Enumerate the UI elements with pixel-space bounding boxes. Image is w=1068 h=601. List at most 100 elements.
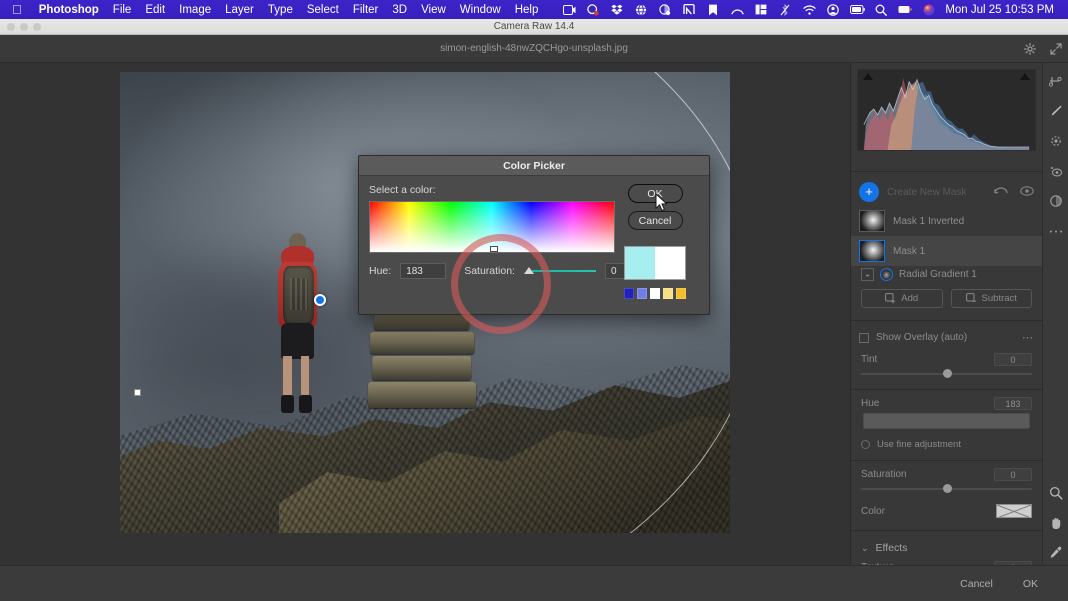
dropbox-icon[interactable] <box>605 0 629 19</box>
user-account-icon[interactable] <box>821 0 845 19</box>
saturation-slider-knob[interactable] <box>524 267 534 274</box>
hand-icon[interactable] <box>1045 513 1067 533</box>
nordvpn-icon[interactable] <box>677 0 701 19</box>
open-filename: simon-english-48nwZQCHgo-unsplash.jpg <box>0 43 1068 54</box>
arc-browser-icon[interactable] <box>725 0 749 19</box>
wifi-icon[interactable] <box>797 0 821 19</box>
tint-slider[interactable] <box>861 368 1032 380</box>
mask-icon[interactable] <box>1045 131 1067 151</box>
window-title: Camera Raw 14.4 <box>0 21 1068 32</box>
histogram-curves <box>858 70 1035 150</box>
saturation-slider[interactable] <box>524 264 596 278</box>
subtract-mask-button[interactable]: Subtract <box>951 289 1033 308</box>
slider-group-hue: Hue 183 <box>851 394 1042 438</box>
white-balance-eyedropper-icon[interactable] <box>1045 543 1067 563</box>
add-mask-button[interactable]: Add <box>861 289 943 308</box>
masks-header: + Create New Mask <box>851 176 1042 206</box>
fine-adjustment-label: Use fine adjustment <box>877 439 961 450</box>
globe-icon[interactable] <box>629 0 653 19</box>
hue-value[interactable]: 183 <box>994 397 1032 410</box>
swatch-periwinkle[interactable] <box>637 288 647 299</box>
divider <box>851 320 1042 321</box>
bookmark-icon[interactable] <box>701 0 725 19</box>
saturation-slider[interactable] <box>861 483 1032 495</box>
menu-item-file[interactable]: File <box>106 4 139 16</box>
menu-item-select[interactable]: Select <box>300 4 346 16</box>
menu-item-layer[interactable]: Layer <box>218 4 261 16</box>
preset-icon[interactable] <box>1045 191 1067 211</box>
fine-adjustment-checkbox[interactable] <box>861 440 870 449</box>
rectangle-app-icon[interactable] <box>749 0 773 19</box>
add-mask-plus-icon[interactable]: + <box>859 182 879 202</box>
slider-group-saturation: Saturation 0 <box>851 465 1042 500</box>
mask-component-row[interactable]: ◒ ◉ Radial Gradient 1 <box>851 266 1042 285</box>
color-row[interactable]: Color <box>851 500 1042 526</box>
menu-item-type[interactable]: Type <box>261 4 300 16</box>
show-overlay-checkbox[interactable] <box>859 333 869 343</box>
eye-icon[interactable] <box>1020 183 1034 201</box>
apple-logo-icon[interactable]:  <box>12 3 22 16</box>
menu-item-edit[interactable]: Edit <box>138 4 172 16</box>
swatch-blue[interactable] <box>624 288 634 299</box>
masks-panel-title: Create New Mask <box>887 187 986 198</box>
window-titlebar: Camera Raw 14.4 <box>0 19 1068 35</box>
mask-list-item-inverted[interactable]: Mask 1 Inverted <box>851 206 1042 236</box>
radial-gradient-pin[interactable] <box>314 294 326 306</box>
histogram[interactable] <box>857 69 1036 151</box>
more-tools-icon[interactable] <box>1045 221 1067 241</box>
image-canvas-area[interactable] <box>0 63 850 571</box>
more-options-icon[interactable]: ⋯ <box>1022 331 1034 344</box>
color-spectrum-field[interactable] <box>369 201 615 253</box>
menubar-clock[interactable]: Mon Jul 25 10:53 PM <box>941 4 1062 16</box>
swatch-white[interactable] <box>650 288 660 299</box>
spotlight-search-icon[interactable] <box>869 0 893 19</box>
show-overlay-row[interactable]: Show Overlay (auto) ⋯ <box>851 325 1042 350</box>
hiker-subject <box>263 233 330 413</box>
mask-list-item-selected[interactable]: Mask 1 <box>851 236 1042 266</box>
cleanmymac-icon[interactable] <box>581 0 605 19</box>
menu-item-image[interactable]: Image <box>172 4 218 16</box>
highlight-clipping-warning-icon[interactable] <box>1020 73 1030 80</box>
effects-section-header[interactable]: ⌄ Effects <box>851 535 1042 558</box>
menu-item-photoshop[interactable]: Photoshop <box>32 4 106 16</box>
hue-input[interactable]: 183 <box>400 263 446 279</box>
color-picker-dialog[interactable]: Color Picker Select a color: Hue: 183 Sa… <box>358 155 710 315</box>
red-eye-icon[interactable] <box>1045 161 1067 181</box>
menu-item-filter[interactable]: Filter <box>346 4 386 16</box>
ok-button[interactable]: OK <box>1023 578 1038 590</box>
show-overlay-label: Show Overlay (auto) <box>876 332 1015 343</box>
battery-icon[interactable] <box>845 0 869 19</box>
menu-item-window[interactable]: Window <box>453 4 508 16</box>
macos-menubar:  Photoshop File Edit Image Layer Type S… <box>0 0 1068 19</box>
undo-icon[interactable] <box>994 183 1008 201</box>
color-picker-title: Color Picker <box>359 156 709 176</box>
fullscreen-icon[interactable] <box>1050 43 1062 55</box>
shadow-clipping-warning-icon[interactable] <box>863 73 873 80</box>
screen-recording-icon[interactable] <box>557 0 581 19</box>
app-icon[interactable] <box>653 0 677 19</box>
siri-icon[interactable] <box>917 0 941 19</box>
zoom-magnifier-icon[interactable] <box>1045 483 1067 503</box>
swatch-light-yellow[interactable] <box>663 288 673 299</box>
hue-spectrum-bar[interactable] <box>863 413 1030 429</box>
color-preview <box>624 246 686 280</box>
bluetooth-off-icon[interactable] <box>773 0 797 19</box>
saturation-value[interactable]: 0 <box>994 468 1032 481</box>
chevron-down-icon[interactable]: ⌄ <box>861 543 869 554</box>
control-center-icon[interactable] <box>893 0 917 19</box>
spot-healing-brush-icon[interactable] <box>1045 101 1067 121</box>
crop-icon[interactable] <box>1045 71 1067 91</box>
cancel-button[interactable]: Cancel <box>960 578 993 590</box>
radial-gradient-handle[interactable] <box>134 389 141 396</box>
settings-gear-icon[interactable] <box>1024 43 1036 55</box>
invert-icon[interactable]: ◒ <box>861 268 874 281</box>
tint-value[interactable]: 0 <box>994 353 1032 366</box>
radial-gradient-icon[interactable]: ◉ <box>880 268 893 281</box>
menu-item-view[interactable]: View <box>414 4 453 16</box>
menu-item-help[interactable]: Help <box>508 4 546 16</box>
color-field-cursor[interactable] <box>490 246 498 252</box>
color-swatch-button[interactable] <box>996 504 1032 518</box>
swatch-gold[interactable] <box>676 288 686 299</box>
menu-item-3d[interactable]: 3D <box>385 4 414 16</box>
fine-adjustment-row[interactable]: Use fine adjustment <box>851 438 1042 456</box>
